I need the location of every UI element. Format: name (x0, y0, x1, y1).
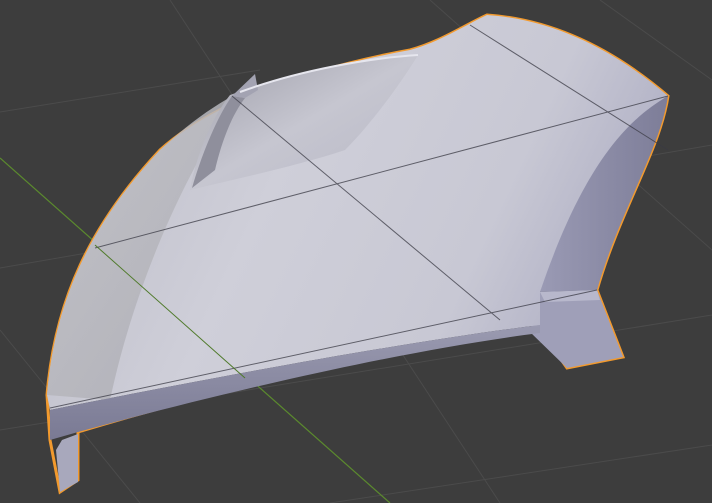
mesh-support-leg-left (56, 434, 78, 492)
viewport-canvas[interactable] (0, 0, 712, 503)
mesh-object[interactable] (45, 13, 670, 495)
3d-viewport[interactable] (0, 0, 712, 503)
